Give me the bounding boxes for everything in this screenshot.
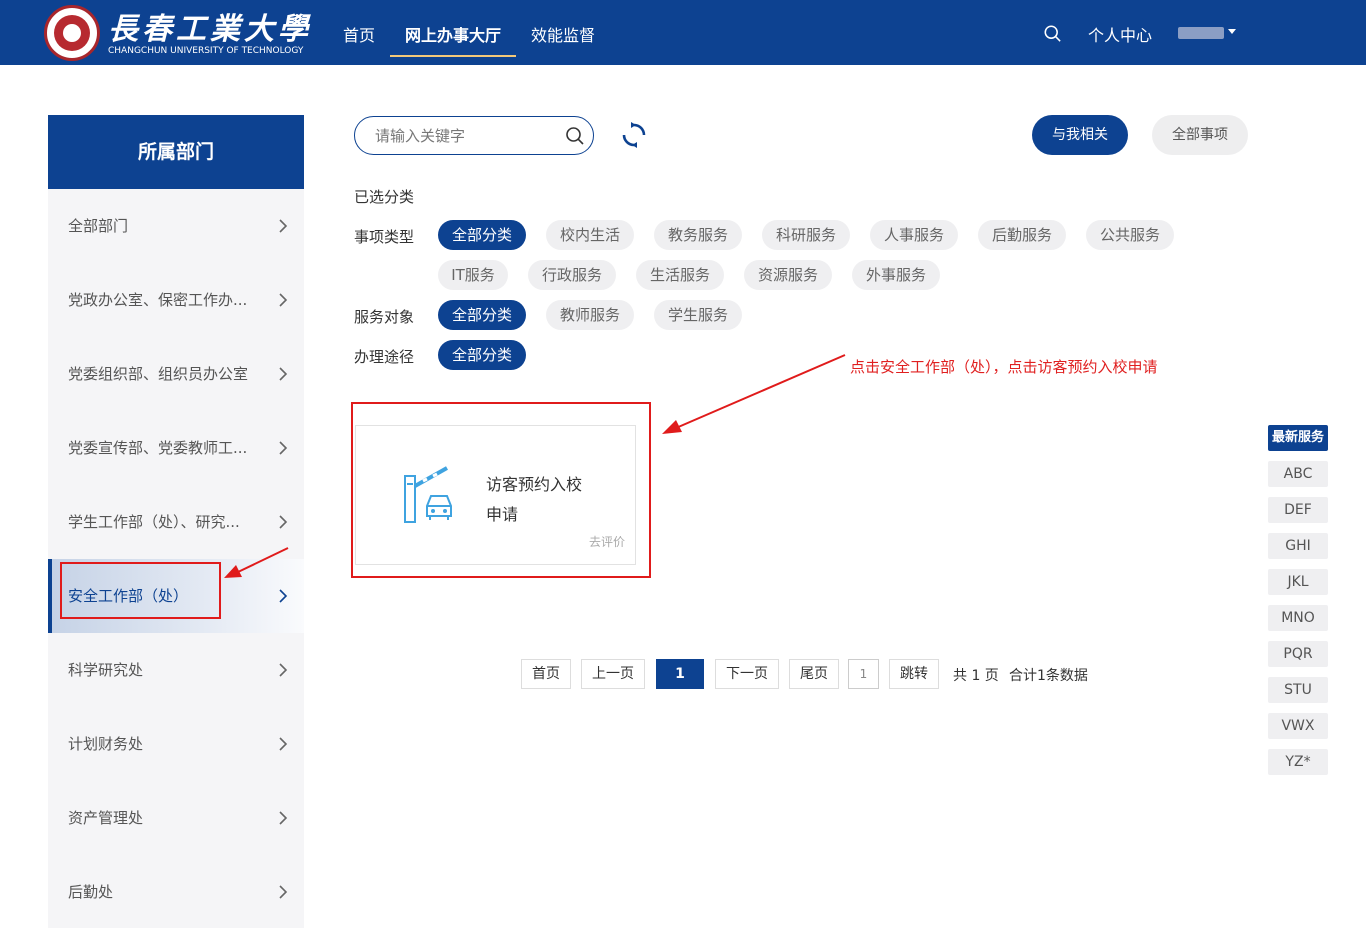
alpha-index-ghi[interactable]: GHI [1268,533,1328,559]
alpha-index-pqr[interactable]: PQR [1268,641,1328,667]
item-type-label: 事项类型 [354,228,415,246]
sidebar-item-3[interactable]: 党委宣传部、党委教师工... [48,411,304,485]
university-logo-text[interactable]: 長春工業大學 [108,4,312,48]
sidebar-item-label: 党委宣传部、党委教师工... [68,439,248,457]
tag-logistics-service[interactable]: 后勤服务 [978,220,1066,250]
annotation-highlight-box-department [60,562,221,619]
tag-student-service[interactable]: 学生服务 [654,300,742,330]
sidebar-item-label: 党委组织部、组织员办公室 [68,365,249,383]
tag-target-all[interactable]: 全部分类 [438,300,526,330]
chevron-right-icon [279,737,288,751]
sidebar-title: 所属部门 [48,115,304,189]
alpha-index-jkl[interactable]: JKL [1268,569,1328,595]
search-icon[interactable] [565,126,585,146]
sidebar-item-label: 科学研究处 [68,661,144,679]
alpha-index-yz[interactable]: YZ* [1268,749,1328,775]
sidebar-item-0[interactable]: 全部部门 [48,189,304,263]
all-items-button[interactable]: 全部事项 [1152,115,1248,155]
sidebar-item-label: 计划财务处 [68,735,144,753]
alpha-index-mno[interactable]: MNO [1268,605,1328,631]
nav-home[interactable]: 首页 [343,22,375,46]
nav-efficiency-supervision[interactable]: 效能监督 [531,22,595,46]
chevron-right-icon [279,441,288,455]
nav-active-underline [390,55,516,57]
total-records-text: 合计1条数据 [1009,668,1088,684]
tag-channel-all[interactable]: 全部分类 [438,340,526,370]
chevron-right-icon [279,663,288,677]
service-target-label: 服务对象 [354,308,415,326]
sidebar-item-label: 后勤处 [68,883,114,901]
tag-teacher-service[interactable]: 教师服务 [546,300,634,330]
sidebar-item-9[interactable]: 后勤处 [48,855,304,929]
sidebar-item-label: 全部部门 [68,217,129,235]
alpha-index-def[interactable]: DEF [1268,497,1328,523]
chevron-right-icon [279,811,288,825]
jump-button[interactable]: 跳转 [889,659,939,689]
current-page-button[interactable]: 1 [656,659,704,689]
chevron-right-icon [279,293,288,307]
selected-categories-label: 已选分类 [354,188,415,206]
chevron-right-icon [279,515,288,529]
prev-page-button[interactable]: 上一页 [581,659,645,689]
user-center-link[interactable]: 个人中心 [1088,22,1152,46]
chevron-right-icon [279,589,288,603]
user-name-blurred[interactable] [1178,27,1224,39]
top-navigation-bar: 長春工業大學 CHANGCHUN UNIVERSITY OF TECHNOLOG… [0,0,1366,65]
sidebar-item-1[interactable]: 党政办公室、保密工作办... [48,263,304,337]
last-page-button[interactable]: 尾页 [789,659,839,689]
alpha-index-abc[interactable]: ABC [1268,461,1328,487]
alpha-index-latest[interactable]: 最新服务 [1268,425,1328,451]
search-icon[interactable] [1044,25,1061,42]
sidebar-item-label: 党政办公室、保密工作办... [68,291,248,309]
chevron-right-icon [279,885,288,899]
tag-foreign-affairs-service[interactable]: 外事服务 [852,260,940,290]
page-number-input[interactable]: 1 [848,659,879,689]
next-page-button[interactable]: 下一页 [715,659,779,689]
total-pages-text: 共 1 页 [953,668,999,684]
chevron-right-icon [279,219,288,233]
annotation-instruction: 点击安全工作部（处），点击访客预约入校申请 [850,358,1158,376]
sidebar-item-6[interactable]: 科学研究处 [48,633,304,707]
chevron-right-icon [279,367,288,381]
keyword-search-input[interactable] [375,126,555,146]
tag-personnel-service[interactable]: 人事服务 [870,220,958,250]
alpha-index-vwx[interactable]: VWX [1268,713,1328,739]
sidebar-item-4[interactable]: 学生工作部（处）、研究... [48,485,304,559]
tag-campus-life[interactable]: 校内生活 [546,220,634,250]
tag-research-service[interactable]: 科研服务 [762,220,850,250]
keyword-search-box[interactable] [354,116,594,155]
university-seal-icon[interactable] [44,5,100,61]
tag-public-service[interactable]: 公共服务 [1086,220,1174,250]
sidebar-item-7[interactable]: 计划财务处 [48,707,304,781]
university-logo-english: CHANGCHUN UNIVERSITY OF TECHNOLOGY [108,46,304,56]
sidebar-item-2[interactable]: 党委组织部、组织员办公室 [48,337,304,411]
tag-type-all[interactable]: 全部分类 [438,220,526,250]
tag-admin-service[interactable]: 行政服务 [528,260,616,290]
first-page-button[interactable]: 首页 [521,659,571,689]
related-to-me-button[interactable]: 与我相关 [1032,115,1128,155]
handling-channel-label: 办理途径 [354,348,415,366]
annotation-highlight-box-card [351,402,651,578]
sidebar-item-label: 资产管理处 [68,809,144,827]
tag-academic-service[interactable]: 教务服务 [654,220,742,250]
chevron-down-icon[interactable] [1228,29,1236,34]
refresh-icon[interactable] [620,121,648,149]
department-sidebar: 所属部门 全部部门党政办公室、保密工作办... 党委组织部、组织员办公室 党委宣传部… [48,115,304,928]
tag-it-service[interactable]: IT服务 [438,260,508,290]
sidebar-item-label: 学生工作部（处）、研究... [68,513,240,531]
alpha-index-stu[interactable]: STU [1268,677,1328,703]
nav-online-hall[interactable]: 网上办事大厅 [405,22,501,46]
sidebar-item-8[interactable]: 资产管理处 [48,781,304,855]
tag-living-service[interactable]: 生活服务 [636,260,724,290]
tag-resource-service[interactable]: 资源服务 [744,260,832,290]
